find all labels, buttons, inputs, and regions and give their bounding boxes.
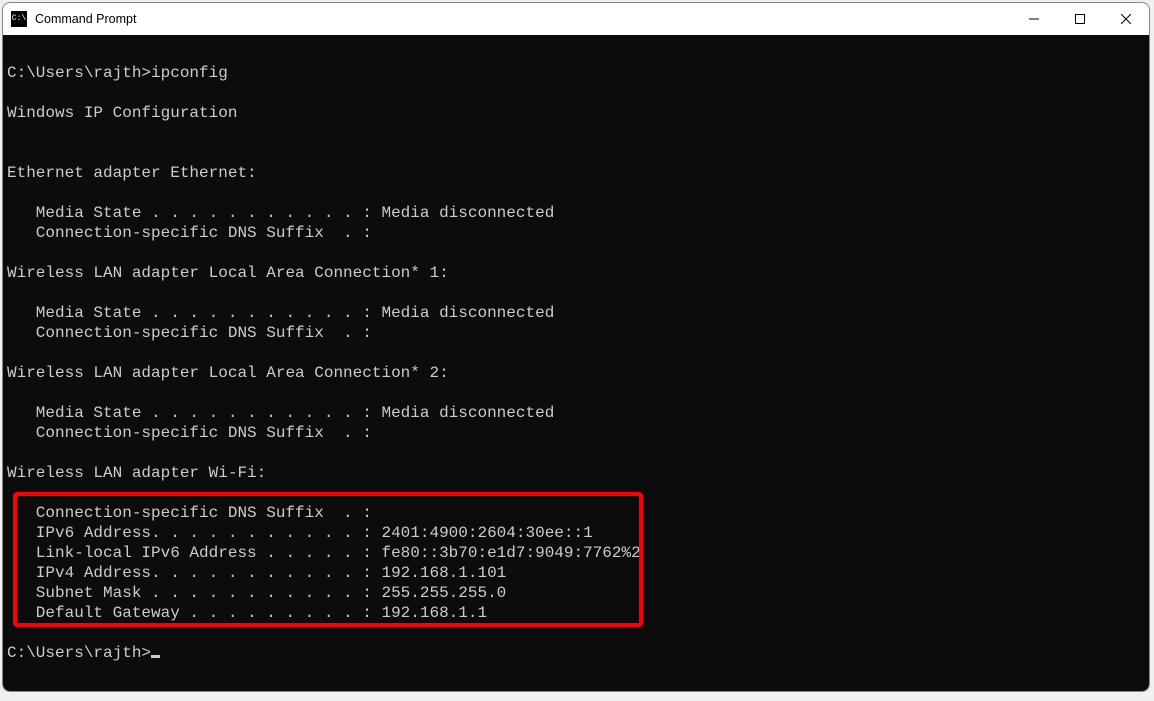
subnet-mask-line: Subnet Mask . . . . . . . . . . . : 255.… <box>7 584 506 602</box>
prompt-line: C:\Users\rajth> <box>7 644 151 662</box>
app-icon: C:\ <box>11 11 27 27</box>
media-state-line: Media State . . . . . . . . . . . : Medi… <box>7 204 554 222</box>
prompt-line: C:\Users\rajth>ipconfig <box>7 64 228 82</box>
window-title: Command Prompt <box>35 12 1011 26</box>
default-gateway-line: Default Gateway . . . . . . . . . : 192.… <box>7 604 487 622</box>
close-button[interactable] <box>1103 3 1149 35</box>
titlebar[interactable]: C:\ Command Prompt <box>3 3 1149 35</box>
adapter-title-lac2: Wireless LAN adapter Local Area Connecti… <box>7 364 449 382</box>
link-local-ipv6-line: Link-local IPv6 Address . . . . . : fe80… <box>7 544 641 562</box>
media-state-line: Media State . . . . . . . . . . . : Medi… <box>7 304 554 322</box>
command-prompt-window: C:\ Command Prompt C:\Users\rajth>ipconf… <box>2 2 1150 692</box>
minimize-button[interactable] <box>1011 3 1057 35</box>
adapter-title-lac1: Wireless LAN adapter Local Area Connecti… <box>7 264 449 282</box>
dns-suffix-line: Connection-specific DNS Suffix . : <box>7 424 372 442</box>
dns-suffix-line: Connection-specific DNS Suffix . : <box>7 224 372 242</box>
dns-suffix-line: Connection-specific DNS Suffix . : <box>7 324 372 342</box>
cursor-icon <box>151 655 160 658</box>
ipv6-address-line: IPv6 Address. . . . . . . . . . . : 2401… <box>7 524 593 542</box>
dns-suffix-line: Connection-specific DNS Suffix . : <box>7 504 372 522</box>
adapter-title-wifi: Wireless LAN adapter Wi-Fi: <box>7 464 266 482</box>
ipv4-address-line: IPv4 Address. . . . . . . . . . . : 192.… <box>7 564 506 582</box>
adapter-title-ethernet: Ethernet adapter Ethernet: <box>7 164 257 182</box>
maximize-button[interactable] <box>1057 3 1103 35</box>
media-state-line: Media State . . . . . . . . . . . : Medi… <box>7 404 554 422</box>
terminal-area[interactable]: C:\Users\rajth>ipconfig Windows IP Confi… <box>3 35 1149 691</box>
ipconfig-header: Windows IP Configuration <box>7 104 237 122</box>
